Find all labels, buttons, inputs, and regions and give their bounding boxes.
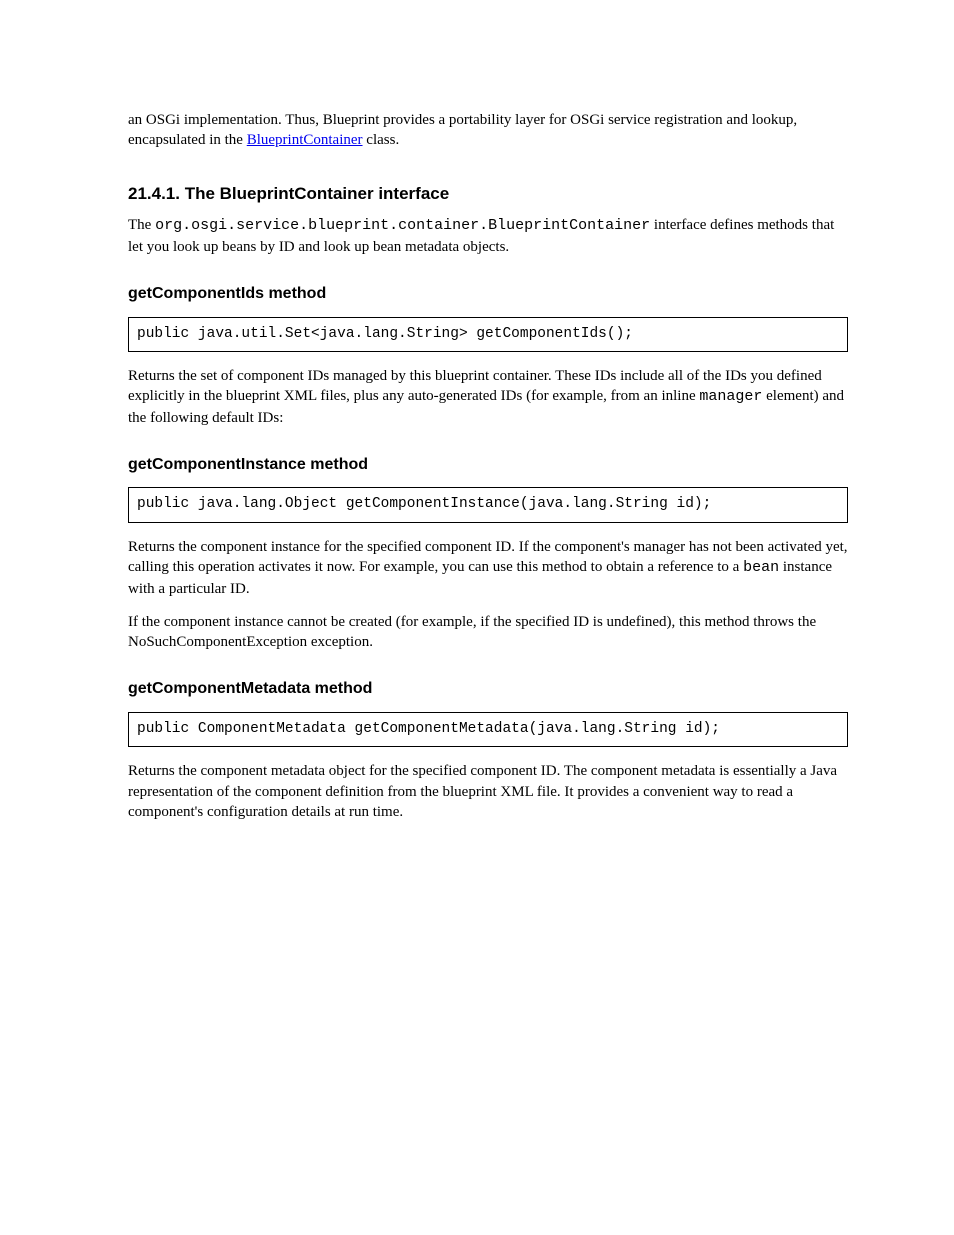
desc2-getcomponentinstance: If the component instance cannot be crea… — [128, 612, 848, 653]
desc-getcomponentinstance-pre: Returns the component instance for the s… — [128, 539, 848, 575]
intro-paragraph: an OSGi implementation. Thus, Blueprint … — [128, 110, 848, 151]
method-heading-getcomponentmetadata: getComponentMetadata method — [128, 678, 848, 700]
signature-getcomponentinstance: public java.lang.Object getComponentInst… — [128, 487, 848, 523]
method-heading-getcomponentinstance: getComponentInstance method — [128, 454, 848, 476]
section-intro-paragraph: The org.osgi.service.blueprint.container… — [128, 215, 848, 257]
signature-getcomponentmetadata: public ComponentMetadata getComponentMet… — [128, 712, 848, 748]
desc-getcomponentinstance: Returns the component instance for the s… — [128, 537, 848, 599]
blueprint-container-link[interactable]: BlueprintContainer — [247, 132, 363, 148]
signature-getcomponentids: public java.util.Set<java.lang.String> g… — [128, 317, 848, 353]
intro-text-pre: an OSGi implementation. Thus, Blueprint … — [128, 112, 797, 148]
section-heading: 21.4.1. The BlueprintContainer interface — [128, 183, 848, 206]
desc-getcomponentinstance-code: bean — [743, 559, 779, 576]
desc-getcomponentids-code: manager — [699, 388, 762, 405]
intro-text-post: class. — [366, 132, 399, 148]
section-intro-code: org.osgi.service.blueprint.container.Blu… — [155, 217, 650, 234]
desc-getcomponentids: Returns the set of component IDs managed… — [128, 366, 848, 428]
desc-getcomponentmetadata: Returns the component metadata object fo… — [128, 761, 848, 822]
method-heading-getcomponentids: getComponentIds method — [128, 283, 848, 305]
section-intro-pre: The — [128, 217, 155, 233]
